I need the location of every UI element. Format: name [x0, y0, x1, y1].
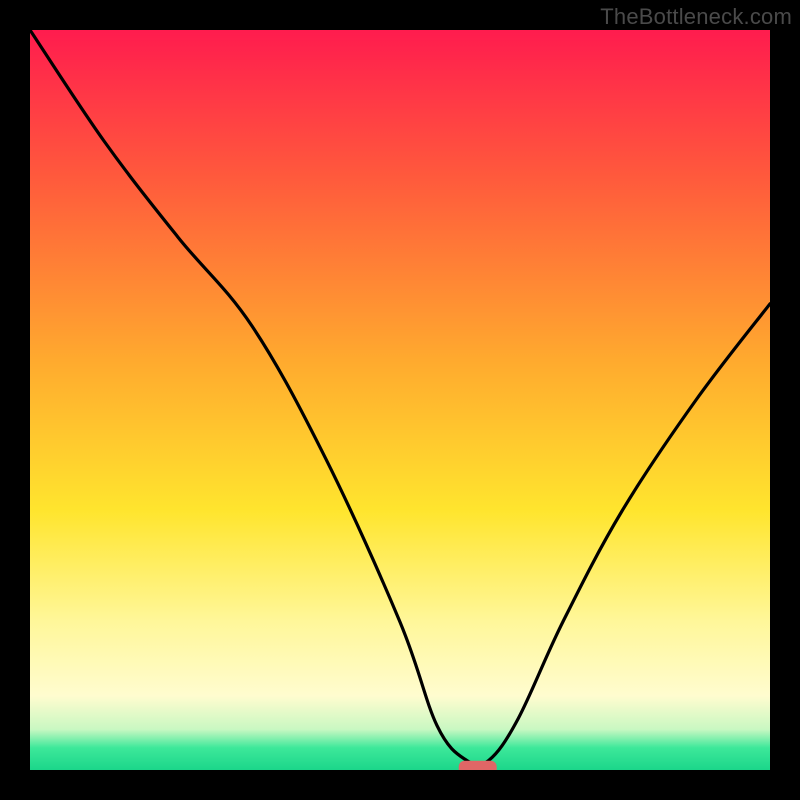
watermark-text: TheBottleneck.com: [600, 4, 792, 30]
gradient-background: [30, 30, 770, 770]
plot-area: [30, 30, 770, 770]
gradient-rect: [30, 30, 770, 770]
chart-stage: TheBottleneck.com: [0, 0, 800, 800]
